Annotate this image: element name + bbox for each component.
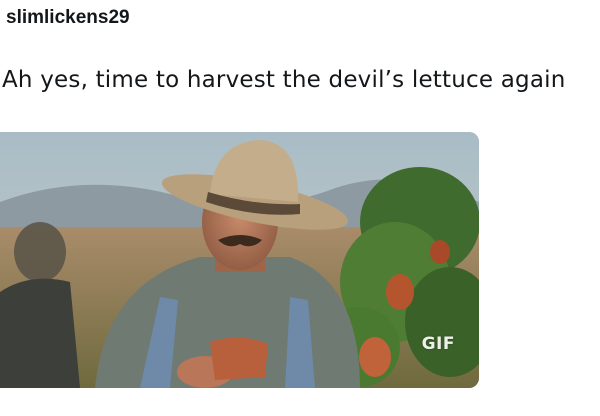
post-text: Ah yes, time to harvest the devil’s lett… [2, 67, 566, 93]
tweet-card: slimlickens29 Ah yes, time to harvest th… [0, 0, 600, 416]
gif-media[interactable]: GIF [0, 132, 479, 388]
gif-frame-illustration [0, 132, 479, 388]
username[interactable]: slimlickens29 [6, 6, 130, 30]
gif-badge: GIF [421, 334, 455, 354]
